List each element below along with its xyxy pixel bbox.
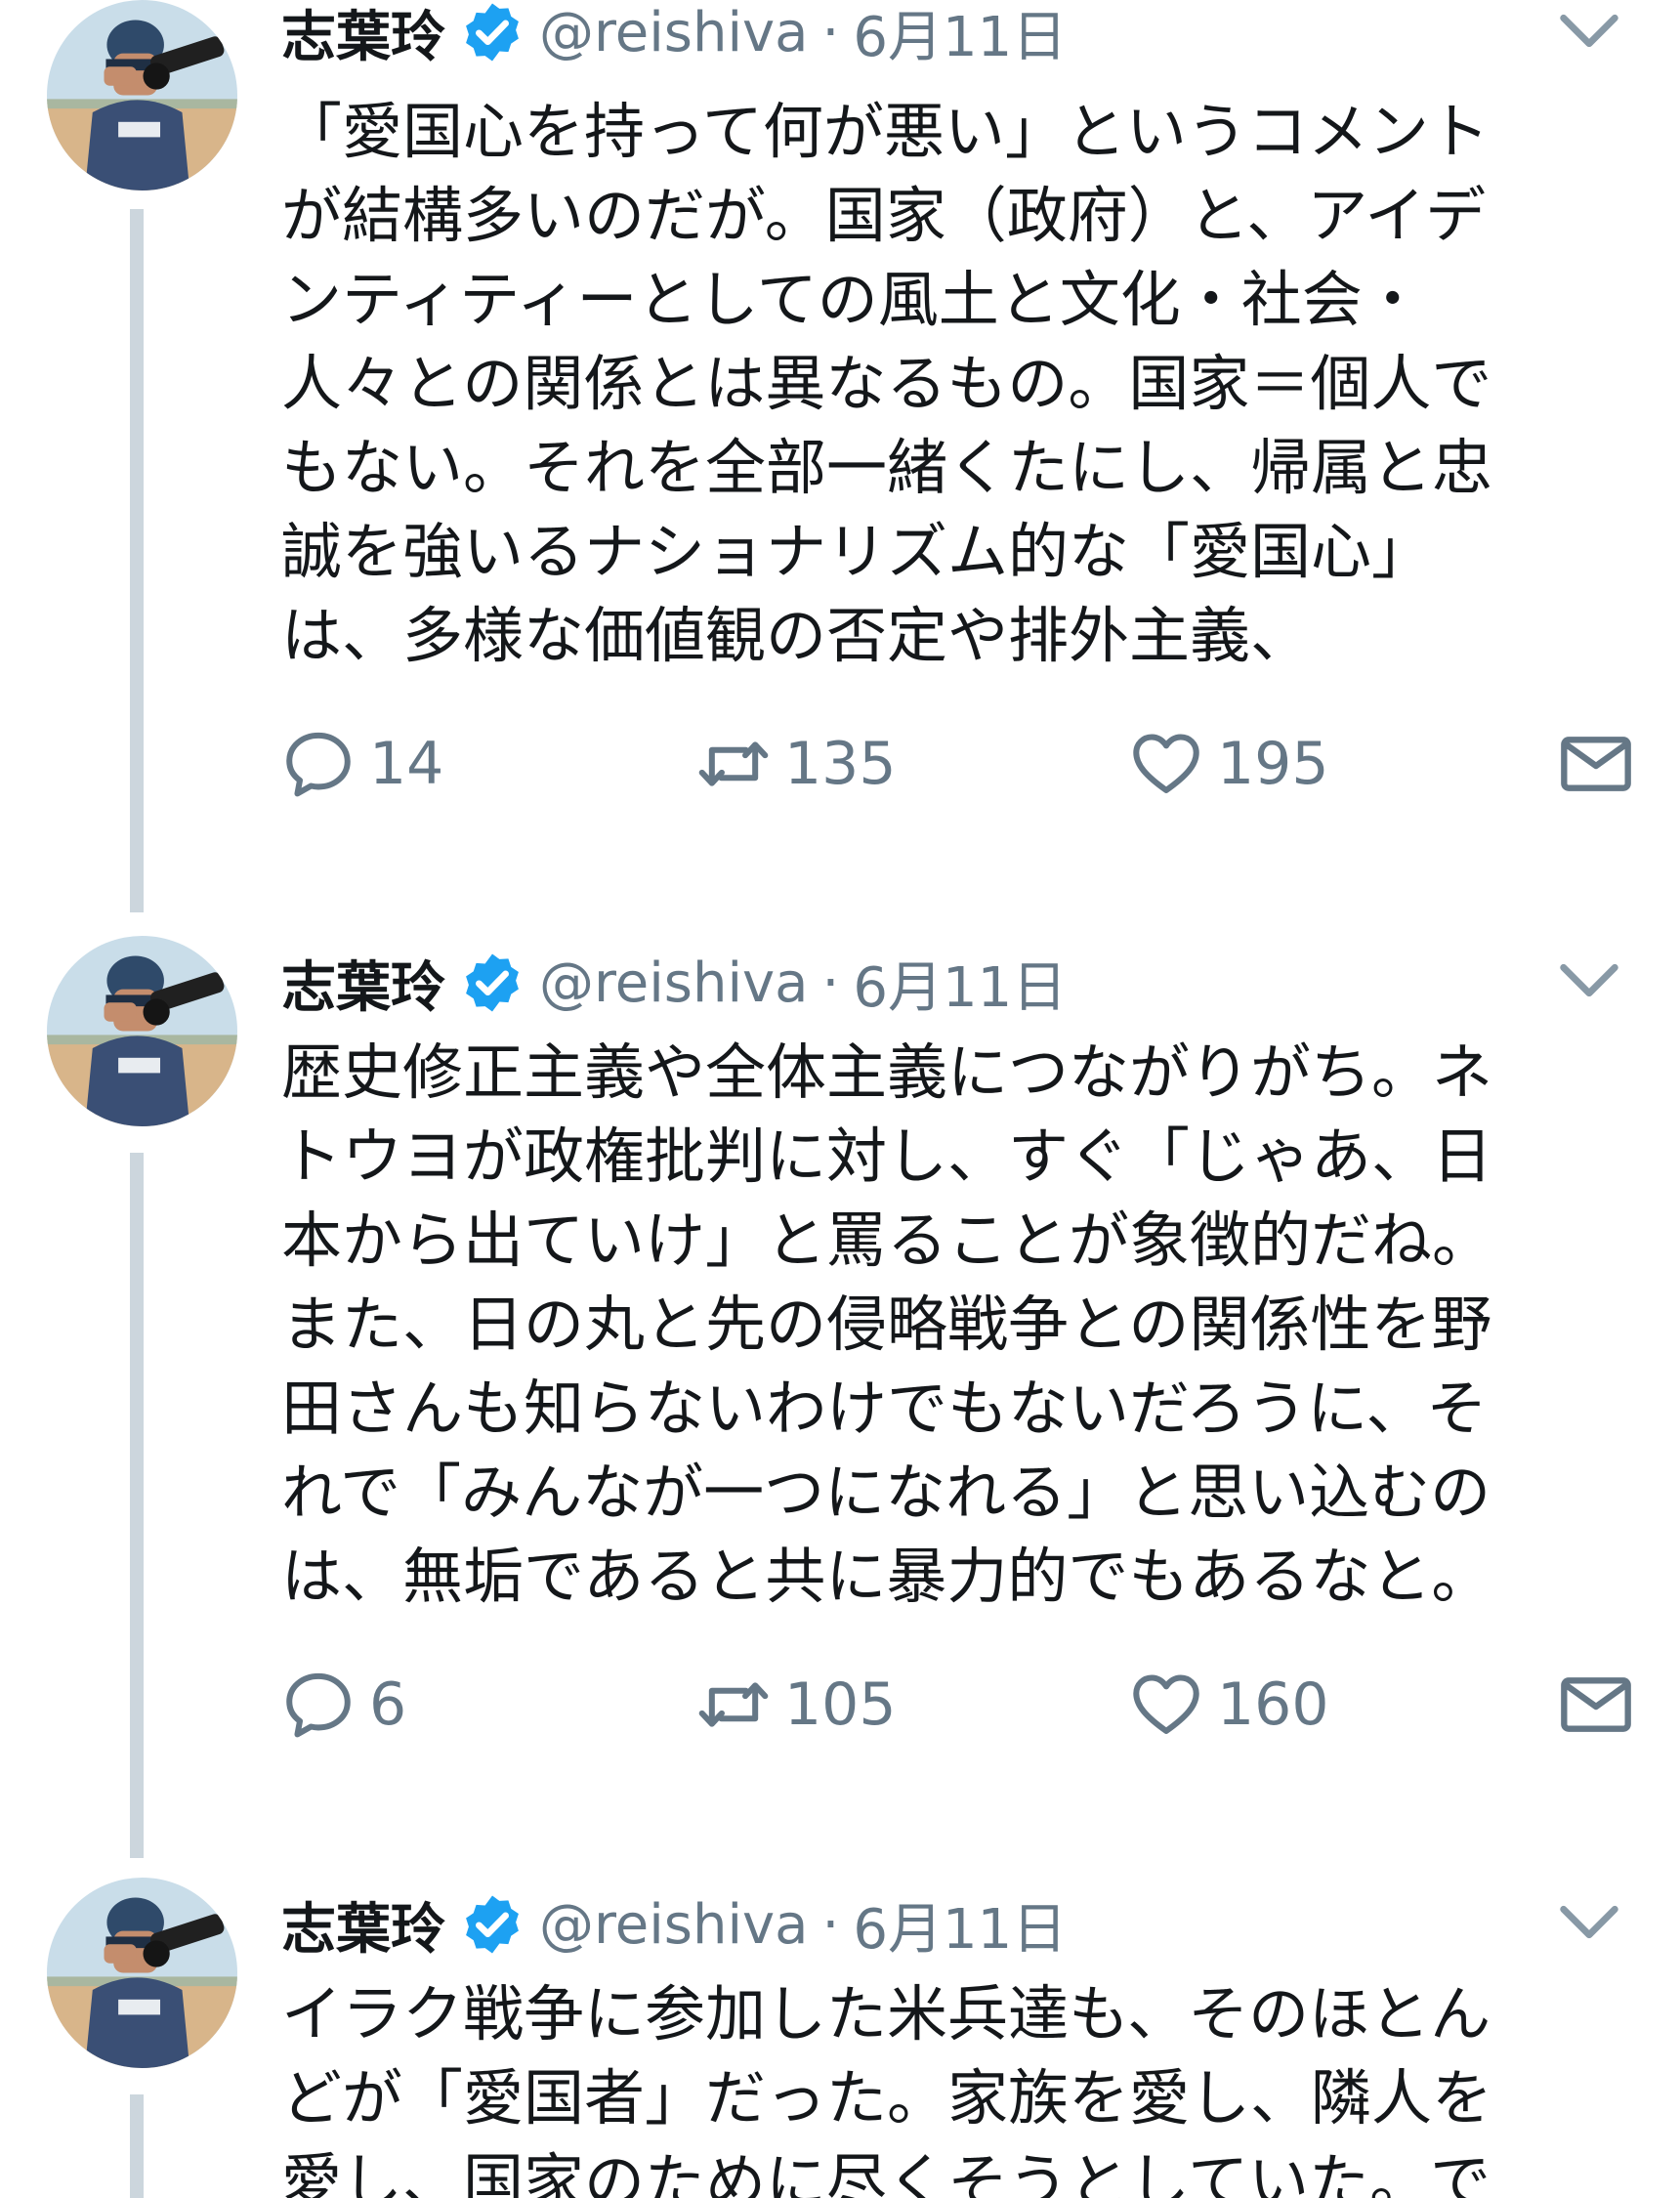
user-handle[interactable]: @reishiva: [539, 1893, 809, 1957]
reply-count: 6: [369, 1670, 407, 1739]
tweet-text-line: どが「愛国者」だった。家族を愛し、隣人を: [281, 2062, 1493, 2134]
tweet-text-line: ンティティーとしての風土と文化・社会・: [281, 264, 1423, 335]
reply-icon: [281, 727, 356, 801]
tweet-text-line: は、多様な価値観の否定や排外主義、: [281, 600, 1312, 671]
like-button[interactable]: 195: [1129, 720, 1329, 808]
retweet-icon: [696, 1668, 771, 1742]
direct-message-button[interactable]: [1557, 1661, 1635, 1749]
verified-badge-icon: [459, 950, 525, 1016]
tweet-text-line: れで「みんなが一つになれる」と思い込むの: [281, 1457, 1491, 1528]
avatar[interactable]: [47, 1878, 237, 2068]
tweet-date[interactable]: 6月11日: [853, 1885, 1067, 1965]
display-name[interactable]: 志葉玲: [281, 944, 445, 1023]
direct-message-button[interactable]: [1557, 720, 1635, 808]
reply-icon: [281, 1668, 356, 1742]
tweet-1[interactable]: 志葉玲 @reishiva · 6月11日 「愛国心を持って何が悪い」というコメ…: [0, 0, 1680, 918]
tweet-header: 志葉玲 @reishiva · 6月11日: [281, 0, 1067, 76]
header-separator: ·: [821, 951, 840, 1015]
avatar[interactable]: [47, 0, 237, 190]
thread-connector-line: [130, 209, 144, 912]
header-separator: ·: [821, 0, 840, 64]
display-name[interactable]: 志葉玲: [281, 1885, 445, 1965]
tweet-text: 歴史修正主義や全体主義につながりがち。ネ トウヨが政権批判に対し、すぐ「じゃあ、…: [281, 1031, 1610, 1619]
envelope-icon: [1557, 1666, 1635, 1744]
verified-badge-icon: [459, 1891, 525, 1958]
header-separator: ·: [821, 1892, 840, 1957]
avatar[interactable]: [47, 936, 237, 1126]
heart-icon: [1129, 1668, 1203, 1742]
tweet-header: 志葉玲 @reishiva · 6月11日: [281, 939, 1067, 1027]
retweet-icon: [696, 727, 771, 801]
tweet-text-line: また、日の丸と先の侵略戦争との関係性を野: [281, 1289, 1492, 1360]
tweet-header: 志葉玲 @reishiva · 6月11日: [281, 1881, 1067, 1968]
tweet-text-line: 歴史修正主義や全体主義につながりがち。ネ: [281, 1036, 1493, 1108]
chevron-down-icon[interactable]: [1555, 1899, 1623, 1948]
tweet-text: イラク戦争に参加した米兵達も、そのほとん どが「愛国者」だった。家族を愛し、隣人…: [281, 1972, 1610, 2198]
tweet-3[interactable]: 志葉玲 @reishiva · 6月11日 イラク戦争に参加した米兵達も、そのほ…: [0, 1878, 1680, 2198]
reply-button[interactable]: 14: [281, 720, 443, 808]
like-button[interactable]: 160: [1129, 1661, 1329, 1749]
thread-connector-line: [130, 1153, 144, 1858]
tweet-text-line: 「愛国心を持って何が悪い」というコメント: [281, 96, 1490, 167]
tweet-text-line: が結構多いのだが。国家（政府）と、アイデ: [281, 180, 1487, 251]
tweet-text-line: イラク戦争に参加した米兵達も、そのほとん: [281, 1978, 1491, 2050]
tweet-text-line: 田さんも知らないわけでもないだろうに、そ: [281, 1373, 1488, 1444]
tweet-text-line: 愛し、国家のために尽くそうとしていた。で: [281, 2146, 1491, 2198]
tweet-actions: 6 105 160: [281, 1661, 1639, 1749]
envelope-icon: [1557, 725, 1635, 803]
tweet-text-line: 誠を強いるナショナリズム的な「愛国心」: [281, 516, 1433, 587]
chevron-down-icon[interactable]: [1555, 8, 1623, 57]
retweet-button[interactable]: 135: [696, 720, 897, 808]
tweet-date[interactable]: 6月11日: [853, 944, 1067, 1023]
heart-icon: [1129, 727, 1203, 801]
display-name[interactable]: 志葉玲: [281, 0, 445, 72]
tweet-text-line: もない。それを全部一緒くたにし、帰属と忠: [281, 432, 1493, 503]
tweet-actions: 14 135 195: [281, 720, 1639, 808]
tweet-text: 「愛国心を持って何が悪い」というコメント が結構多いのだが。国家（政府）と、アイ…: [281, 90, 1610, 678]
tweet-text-line: は、無垢であると共に暴力的でもあるなと。: [281, 1541, 1492, 1612]
tweet-2[interactable]: 志葉玲 @reishiva · 6月11日 歴史修正主義や全体主義につながりがち…: [0, 936, 1680, 1858]
user-handle[interactable]: @reishiva: [539, 951, 809, 1015]
chevron-down-icon[interactable]: [1555, 957, 1623, 1006]
like-count: 195: [1217, 730, 1329, 798]
tweet-text-line: 本から出ていけ」と罵ることが象徴的だね。: [281, 1205, 1493, 1276]
retweet-count: 105: [784, 1670, 897, 1739]
retweet-count: 135: [784, 730, 897, 798]
tweet-thread: 志葉玲 @reishiva · 6月11日 「愛国心を持って何が悪い」というコメ…: [0, 0, 1680, 2198]
user-handle[interactable]: @reishiva: [539, 1, 809, 64]
tweet-text-line: 人々との関係とは異なるもの。国家＝個人で: [281, 348, 1492, 419]
thread-connector-line: [130, 2094, 144, 2198]
reply-button[interactable]: 6: [281, 1661, 406, 1749]
tweet-text-line: トウヨが政権批判に対し、すぐ「じゃあ、日: [281, 1120, 1493, 1192]
reply-count: 14: [369, 730, 444, 798]
tweet-date[interactable]: 6月11日: [853, 0, 1067, 72]
retweet-button[interactable]: 105: [696, 1661, 897, 1749]
verified-badge-icon: [459, 0, 525, 65]
like-count: 160: [1217, 1670, 1329, 1739]
